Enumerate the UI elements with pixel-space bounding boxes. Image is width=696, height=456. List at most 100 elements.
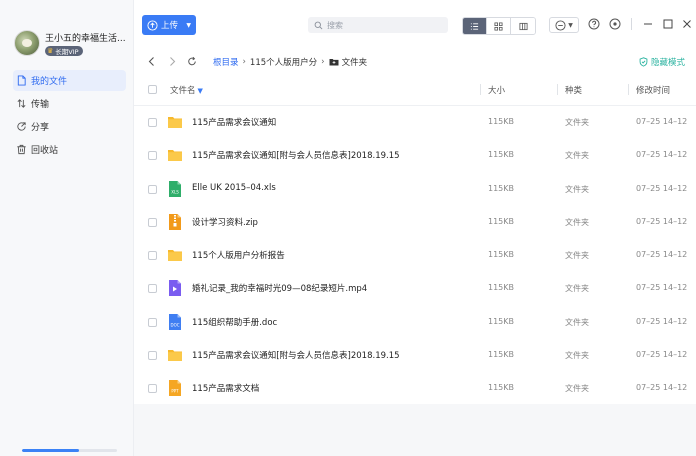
row-checkbox[interactable] <box>148 317 157 327</box>
file-modified: 07–25 14–12 <box>636 350 688 360</box>
list-view-button[interactable] <box>463 18 487 34</box>
file-name[interactable]: 115产品需求会议通知[附与会人员信息表]2018.19.15 <box>192 349 400 361</box>
shield-icon <box>639 57 648 67</box>
table-row[interactable]: 115产品需求会议通知[附与会人员信息表]2018.19.15 115KB 文件夹 0… <box>134 139 696 172</box>
sidebar-nav: 我的文件 传输 分享 回收站 <box>13 70 126 162</box>
table-row[interactable]: XLS Elle UK 2015–04.xls 115KB 文件夹 07–25 14–1… <box>134 173 696 206</box>
file-name[interactable]: 115产品需求会议通知[附与会人员信息表]2018.19.15 <box>192 149 400 161</box>
avatar[interactable] <box>14 30 40 56</box>
sidebar-item-trash[interactable]: 回收站 <box>13 139 126 160</box>
folder-icon <box>168 247 182 263</box>
sidebar: 王小五的幸福生活... ♛ 长期VIP 我的文件 传输 分享 回收站 <box>0 0 134 456</box>
video-icon <box>168 280 182 297</box>
row-checkbox[interactable] <box>148 351 157 361</box>
forward-arrow-icon[interactable] <box>167 56 177 67</box>
row-checkbox[interactable] <box>148 217 157 227</box>
file-name[interactable]: 115产品需求文档 <box>192 382 259 394</box>
folder-icon <box>168 114 182 130</box>
column-view-button[interactable] <box>511 18 535 34</box>
sidebar-item-share[interactable]: 分享 <box>13 116 126 137</box>
file-modified: 07–25 14–12 <box>636 150 688 160</box>
file-name[interactable]: 婚礼记录_我的幸福时光09—08纪录短片.mp4 <box>192 282 367 294</box>
search-icon <box>314 21 323 29</box>
column-header-label: 文件名 <box>170 86 196 96</box>
minimize-icon[interactable] <box>642 18 654 30</box>
row-checkbox[interactable] <box>148 384 157 394</box>
file-modified: 07–25 14–12 <box>636 183 688 193</box>
file-name[interactable]: 115产品需求会议通知 <box>192 116 276 128</box>
doc-icon: DOC <box>168 313 182 330</box>
table-row[interactable]: PPT 115产品需求文档 115KB 文件夹 07–25 14–12 <box>134 372 696 405</box>
column-divider[interactable] <box>557 84 558 95</box>
file-type: 文件夹 <box>565 184 589 194</box>
vip-badge: ♛ 长期VIP <box>45 45 83 56</box>
transfer-icon <box>17 99 26 108</box>
file-type: 文件夹 <box>565 284 589 294</box>
sidebar-item-label: 分享 <box>31 123 50 133</box>
file-name[interactable]: 115个人版用户分析报告 <box>192 249 285 261</box>
zip-icon <box>168 213 182 230</box>
help-icon[interactable] <box>588 18 600 30</box>
table-row[interactable]: 115个人版用户分析报告 115KB 文件夹 07–25 14–12 <box>134 239 696 272</box>
svg-text:XLS: XLS <box>171 189 179 194</box>
table-row[interactable]: 设计学习资料.zip 115KB 文件夹 07–25 14–12 <box>134 206 696 239</box>
table-header: 文件名 ▼ 大小 种类 修改时间 <box>134 74 696 106</box>
storage-progress-fill <box>22 449 79 452</box>
close-icon[interactable] <box>681 18 693 30</box>
refresh-icon[interactable] <box>187 56 197 67</box>
file-size: 115KB <box>488 283 515 293</box>
sidebar-item-label: 传输 <box>31 100 50 110</box>
list-icon <box>470 22 479 30</box>
file-name[interactable]: 设计学习资料.zip <box>192 216 258 228</box>
sidebar-item-label: 回收站 <box>31 146 59 156</box>
row-checkbox[interactable] <box>148 118 157 127</box>
user-profile[interactable]: 王小五的幸福生活... ♛ 长期VIP <box>14 30 126 56</box>
breadcrumb-middle[interactable]: 115个人版用户分 <box>250 56 317 68</box>
table-row[interactable]: 婚礼记录_我的幸福时光09—08纪录短片.mp4 115KB 文件夹 07–25 14… <box>134 272 696 305</box>
grid-icon <box>494 21 503 31</box>
maximize-icon[interactable] <box>662 18 674 30</box>
breadcrumb-bar: 根目录 › 115个人版用户分 › 文件夹 隐藏模式 <box>134 50 696 74</box>
search-input[interactable] <box>327 20 437 30</box>
svg-text:DOC: DOC <box>170 322 179 327</box>
column-header-size[interactable]: 大小 <box>488 84 505 96</box>
back-arrow-icon[interactable] <box>147 56 157 67</box>
upload-label: 上传 <box>161 21 179 31</box>
column-divider[interactable] <box>480 84 481 95</box>
file-type: 文件夹 <box>565 384 589 394</box>
more-menu-button[interactable]: ▼ <box>549 17 579 33</box>
column-header-type[interactable]: 种类 <box>565 84 582 96</box>
select-all-checkbox[interactable] <box>148 85 157 94</box>
sidebar-item-transfer[interactable]: 传输 <box>13 93 126 114</box>
file-modified: 07–25 14–12 <box>636 316 688 326</box>
row-checkbox[interactable] <box>148 184 157 194</box>
record-icon[interactable] <box>609 18 621 30</box>
columns-icon <box>518 22 528 30</box>
file-name[interactable]: Elle UK 2015–04.xls <box>192 183 276 193</box>
upload-button[interactable]: 上传 ▼ <box>142 15 196 35</box>
grid-view-button[interactable] <box>487 18 511 34</box>
table-row[interactable]: DOC 115组织帮助手册.doc 115KB 文件夹 07–25 14–12 <box>134 306 696 339</box>
table-row[interactable]: 115产品需求会议通知 115KB 文件夹 07–25 14–12 <box>134 106 696 139</box>
table-row[interactable]: 115产品需求会议通知[附与会人员信息表]2018.19.15 115KB 文件夹 0… <box>134 339 696 372</box>
file-type: 文件夹 <box>565 151 589 161</box>
file-modified: 07–25 14–12 <box>636 216 688 226</box>
column-header-name[interactable]: 文件名 ▼ <box>170 84 203 96</box>
file-size: 115KB <box>488 250 515 260</box>
sidebar-item-my-files[interactable]: 我的文件 <box>13 70 126 91</box>
column-header-modified[interactable]: 修改时间 <box>636 84 670 96</box>
search-box[interactable] <box>308 17 448 33</box>
hidden-mode-toggle[interactable]: 隐藏模式 <box>639 56 685 68</box>
view-mode-toggle <box>462 17 536 35</box>
file-size: 115KB <box>488 150 515 160</box>
breadcrumb-root[interactable]: 根目录 <box>213 56 239 68</box>
column-divider[interactable] <box>628 84 629 95</box>
share-icon <box>17 122 26 131</box>
breadcrumb-separator: › <box>321 57 325 67</box>
crown-icon: ♛ <box>47 46 54 55</box>
storage-progress <box>22 449 117 452</box>
row-checkbox[interactable] <box>148 151 157 161</box>
file-name[interactable]: 115组织帮助手册.doc <box>192 316 277 328</box>
row-checkbox[interactable] <box>148 251 157 261</box>
row-checkbox[interactable] <box>148 284 157 294</box>
